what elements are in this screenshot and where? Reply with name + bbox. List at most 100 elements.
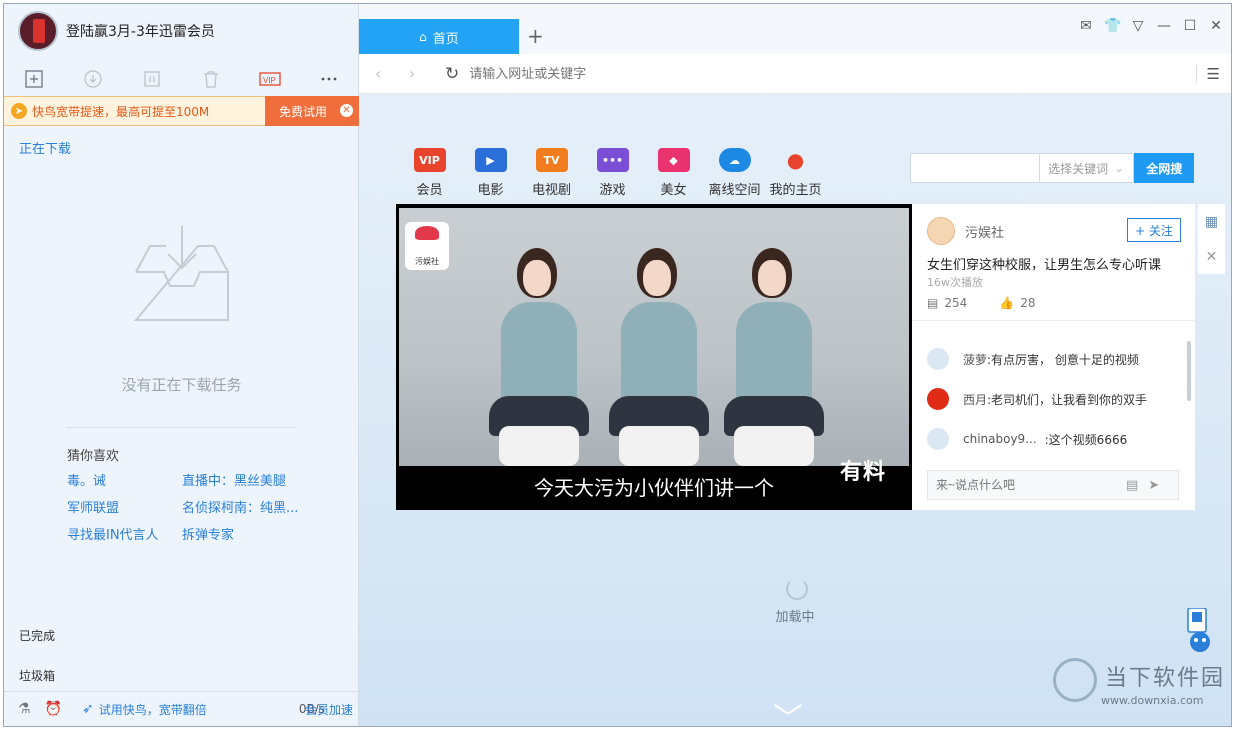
- figure: [714, 236, 834, 466]
- vip-button[interactable]: VIP: [240, 71, 299, 87]
- refresh-icon[interactable]: ↻: [445, 64, 459, 84]
- figure: [479, 236, 599, 466]
- tab-home[interactable]: ⌂ 首页: [359, 19, 519, 55]
- user-row[interactable]: 登陆赢3月-3年迅雷会员: [18, 11, 215, 51]
- chevron-down-icon[interactable]: ﹀: [773, 694, 803, 726]
- close-icon[interactable]: ✕: [1206, 239, 1218, 274]
- video-player[interactable]: 污娱社 有料 今天大污为小伙伴们讲一个: [396, 204, 912, 510]
- chevron-down-icon: ⌄: [1114, 161, 1125, 175]
- guess-link[interactable]: 军师联盟: [67, 497, 182, 514]
- divider: [66, 427, 296, 428]
- movie-icon: ▶: [474, 148, 507, 172]
- promo-text: 快鸟宽带提速，最高可提至100M: [32, 104, 210, 119]
- guess-link[interactable]: 直播中：黑丝美腿: [182, 470, 327, 487]
- guess-link[interactable]: 寻找最IN代言人: [67, 524, 182, 541]
- skin-icon[interactable]: 👕: [1104, 18, 1121, 34]
- channel-header[interactable]: 污娱社: [927, 217, 1004, 245]
- comment-scrollbar[interactable]: [1187, 341, 1191, 401]
- empty-state-text: 没有正在下载任务: [121, 376, 242, 394]
- free-trial-button[interactable]: 免费试用 ✕: [265, 96, 359, 126]
- comment-item: 菠萝 :有点厉害， 创意十足的视频: [927, 339, 1177, 379]
- avatar: [927, 428, 949, 450]
- avatar[interactable]: [18, 11, 58, 51]
- flask-icon[interactable]: ⚗: [18, 701, 31, 717]
- brand-logo-icon: [1053, 658, 1097, 702]
- delete-button[interactable]: [181, 70, 240, 88]
- category-movie[interactable]: ▶ 电影: [460, 148, 521, 198]
- category-tv[interactable]: TV 电视剧: [521, 148, 582, 198]
- keyword-select[interactable]: 选择关键词 ⌄: [1039, 153, 1135, 183]
- emoji-icon[interactable]: ▤: [1126, 478, 1138, 493]
- comment-icon: ▤: [927, 296, 939, 310]
- category-beauty[interactable]: ◆ 美女: [643, 148, 704, 198]
- category-cloud[interactable]: ☁ 离线空间: [704, 148, 765, 198]
- mail-icon[interactable]: ✉: [1078, 18, 1094, 34]
- comment-text: :有点厉害， 创意十足的视频: [987, 352, 1139, 367]
- send-icon[interactable]: ➤: [1148, 478, 1159, 493]
- figure: [599, 236, 719, 466]
- tv-icon: TV: [535, 148, 568, 172]
- video-frame: 污娱社: [399, 208, 909, 466]
- divider: [912, 320, 1195, 321]
- close-icon[interactable]: ✕: [1208, 18, 1224, 34]
- category-home[interactable]: ● 我的主页: [765, 148, 826, 198]
- comment-input[interactable]: [936, 478, 1116, 492]
- home-icon: ⌂: [419, 30, 427, 44]
- guess-link[interactable]: 名侦探柯南：纯黑...: [182, 497, 327, 514]
- qr-robot-icon[interactable]: [1185, 608, 1215, 654]
- follow-button[interactable]: + 关注: [1127, 218, 1181, 242]
- side-tools: ▦ ✕: [1197, 204, 1225, 274]
- window-controls: ✉ 👕 ▽ — ☐ ✕: [1078, 18, 1224, 34]
- video-info-panel: 污娱社 + 关注 女生们穿这种校服，让男生怎么专心听课 16w次播放 ▤ 254…: [912, 204, 1195, 510]
- minimize-icon[interactable]: —: [1156, 18, 1172, 34]
- status-bar: ⚗ ⏰ ➶ 试用快鸟，宽带翻倍 0B/s 会员加速: [4, 691, 359, 726]
- play-count: 16w次播放: [927, 276, 983, 289]
- pause-button[interactable]: [122, 70, 181, 88]
- avatar: [927, 348, 949, 370]
- add-tab-button[interactable]: +: [527, 24, 544, 48]
- nav-trash[interactable]: 垃圾箱: [19, 667, 55, 684]
- category-vip[interactable]: VIP 会员: [399, 148, 460, 198]
- alarm-icon[interactable]: ⏰: [45, 701, 62, 717]
- vip-icon: VIP: [413, 148, 446, 172]
- brand-url: www.downxia.com: [1101, 694, 1204, 707]
- filter-icon[interactable]: ▽: [1130, 18, 1146, 34]
- start-button[interactable]: [63, 70, 122, 88]
- maximize-icon[interactable]: ☐: [1182, 18, 1198, 34]
- address-input[interactable]: [469, 66, 1160, 81]
- person-icon: ●: [786, 148, 805, 172]
- video-subtitle: 今天大污为小伙伴们讲一个: [534, 476, 774, 500]
- search-input[interactable]: [910, 153, 1040, 183]
- video-title[interactable]: 女生们穿这种校服，让男生怎么专心听课: [927, 254, 1161, 273]
- like-icon[interactable]: 👍: [999, 296, 1014, 310]
- menu-icon[interactable]: ☰: [1195, 64, 1220, 83]
- user-name[interactable]: 登陆赢3月-3年迅雷会员: [66, 21, 215, 41]
- channel-name[interactable]: 污娱社: [965, 222, 1004, 241]
- new-task-button[interactable]: [4, 70, 63, 88]
- guess-link[interactable]: 拆弹专家: [182, 524, 327, 541]
- forward-icon[interactable]: ›: [409, 64, 427, 83]
- comment-item: chinaboy9... :这个视频6666: [927, 419, 1177, 459]
- vip-accelerate-link[interactable]: 会员加速: [305, 701, 353, 718]
- nav-completed[interactable]: 已完成: [19, 627, 55, 644]
- free-trial-label: 免费试用: [278, 104, 327, 119]
- download-toolbar: VIP: [4, 62, 359, 96]
- guess-link[interactable]: 毒。诫: [67, 470, 182, 487]
- close-icon[interactable]: ✕: [340, 104, 353, 117]
- nav-downloading[interactable]: 正在下载: [19, 138, 71, 157]
- category-game[interactable]: ••• 游戏: [582, 148, 643, 198]
- more-button[interactable]: [299, 76, 358, 82]
- brand-watermark: 当下软件园 www.downxia.com: [1053, 656, 1231, 718]
- grid-icon[interactable]: ▦: [1205, 204, 1218, 239]
- video-stats: ▤ 254 👍 28: [927, 296, 1041, 310]
- download-panel: 登陆赢3月-3年迅雷会员 VIP ➤ 快鸟宽带提速，最高可提至100M 免费试用…: [4, 4, 359, 726]
- delete-icon: [203, 71, 218, 88]
- search-all-button[interactable]: 全网搜: [1134, 153, 1194, 183]
- download-icon: [83, 70, 102, 88]
- promo-banner[interactable]: ➤ 快鸟宽带提速，最高可提至100M 免费试用 ✕: [4, 96, 359, 126]
- back-icon[interactable]: ‹: [375, 64, 393, 83]
- status-promo[interactable]: 试用快鸟，宽带翻倍: [99, 701, 207, 718]
- channel-avatar[interactable]: [927, 217, 955, 245]
- category-label: 离线空间: [708, 183, 761, 198]
- new-icon: [24, 70, 43, 88]
